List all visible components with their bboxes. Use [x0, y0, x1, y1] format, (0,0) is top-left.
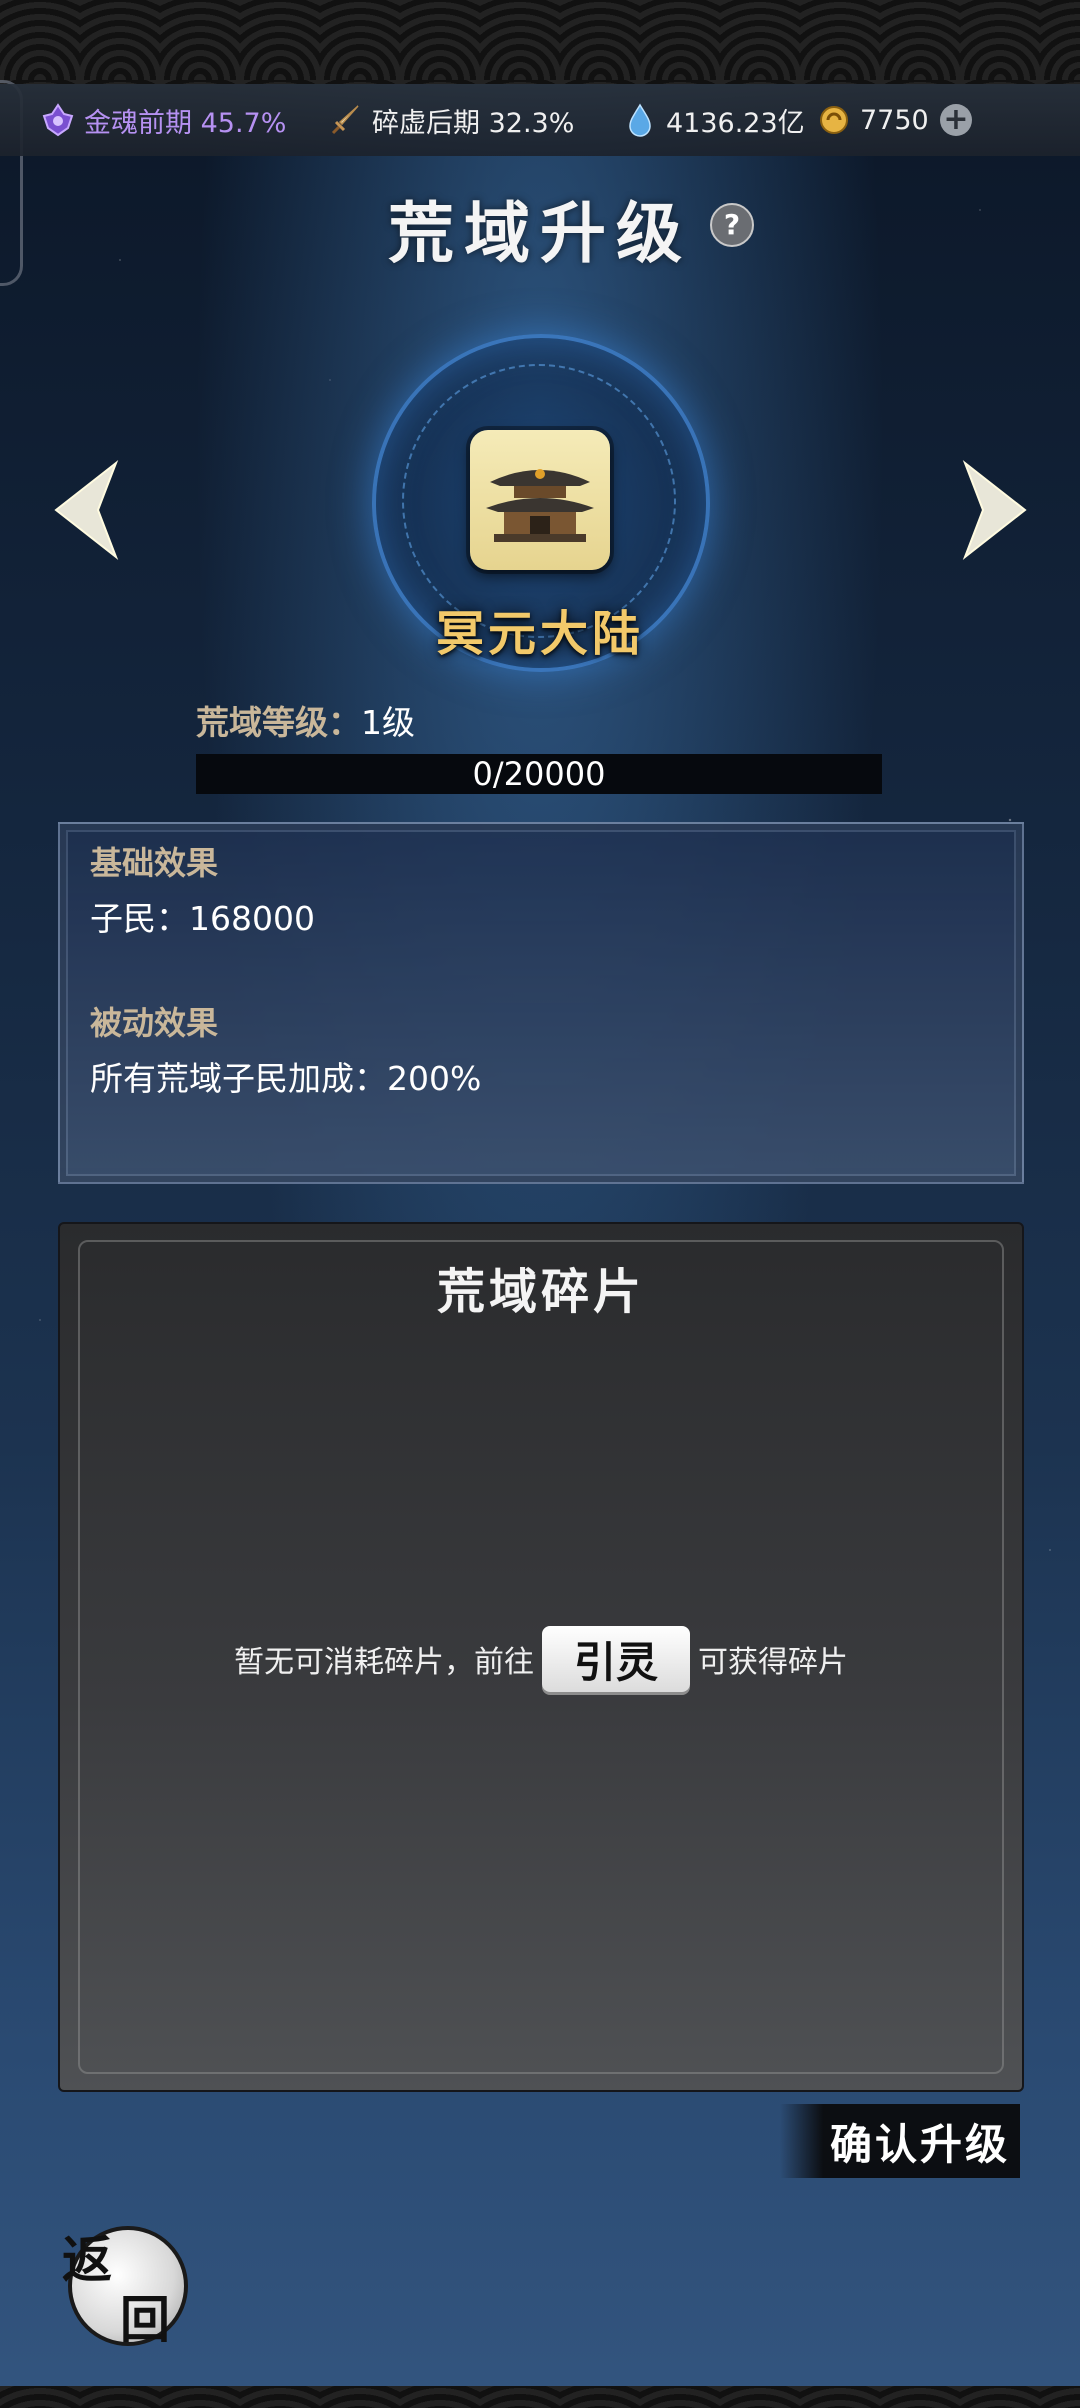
fragment-panel-title: 荒域碎片: [436, 1264, 645, 1320]
top-wave-pattern: [0, 0, 1080, 84]
region-name: 冥元大陆: [435, 606, 644, 662]
fragment-panel: 荒域碎片 暂无可消耗碎片，前往 引灵 可获得碎片: [58, 1222, 1024, 2092]
sword-progress-text: 碎虚后期 32.3%: [372, 107, 575, 139]
back-label-2: 回: [120, 2290, 170, 2349]
gold-coin-icon: [820, 106, 848, 134]
spirit-stone-text: 4136.23亿: [666, 107, 805, 139]
passive-effect-heading: 被动效果: [90, 1004, 219, 1042]
guide-spirit-button[interactable]: 引灵: [542, 1626, 690, 1692]
realm-progress[interactable]: 金魂前期 45.7%: [40, 84, 286, 156]
fragment-empty-message: 暂无可消耗碎片，前往 引灵 可获得碎片: [60, 1626, 1022, 1692]
passive-effect-text: 所有荒域子民加成：200%: [90, 1059, 482, 1098]
spirit-stone-count[interactable]: 4136.23亿: [622, 84, 805, 156]
gold-count[interactable]: 7750: [816, 84, 929, 156]
region-level-label: 荒域等级：: [196, 703, 361, 742]
add-currency-button[interactable]: +: [940, 104, 972, 136]
upgrade-screen: 金魂前期 45.7% 碎虚后期 32.3% 4136.23亿 7750 + 荒域…: [0, 0, 1080, 2408]
bottom-wave-pattern: [0, 2386, 1080, 2408]
realm-progress-text: 金魂前期 45.7%: [84, 107, 287, 139]
page-title: 荒域升级: [388, 194, 692, 272]
previous-region-arrow-icon[interactable]: [46, 455, 126, 565]
amethyst-realm-icon: [42, 103, 74, 137]
next-region-arrow-icon[interactable]: [955, 455, 1035, 565]
basic-effect-text: 子民：168000: [90, 899, 315, 938]
experience-progress-text: 0/20000: [472, 755, 606, 793]
experience-progress-bar: 0/20000: [196, 754, 882, 794]
help-icon[interactable]: ?: [710, 203, 754, 247]
region-level-value: 1级: [361, 703, 415, 742]
gold-count-text: 7750: [860, 104, 929, 136]
back-button[interactable]: 返 回: [62, 2220, 188, 2349]
basic-effect-heading: 基础效果: [90, 844, 219, 882]
back-label-1: 返: [62, 2230, 112, 2289]
palace-icon: [470, 430, 610, 570]
spirit-drop-icon: [629, 103, 651, 137]
empty-message-suffix: 可获得碎片: [698, 1645, 848, 1680]
empty-message-prefix: 暂无可消耗碎片，前往: [234, 1645, 534, 1680]
region-level-row: 荒域等级：1级: [196, 696, 415, 744]
resource-bar: 金魂前期 45.7% 碎虚后期 32.3% 4136.23亿 7750 +: [0, 84, 1080, 156]
effects-panel: 基础效果 子民：168000 被动效果 所有荒域子民加成：200%: [58, 822, 1024, 1184]
sword-icon: [331, 105, 359, 135]
sword-progress[interactable]: 碎虚后期 32.3%: [328, 84, 574, 156]
confirm-upgrade-button[interactable]: 确认升级: [780, 2104, 1020, 2178]
